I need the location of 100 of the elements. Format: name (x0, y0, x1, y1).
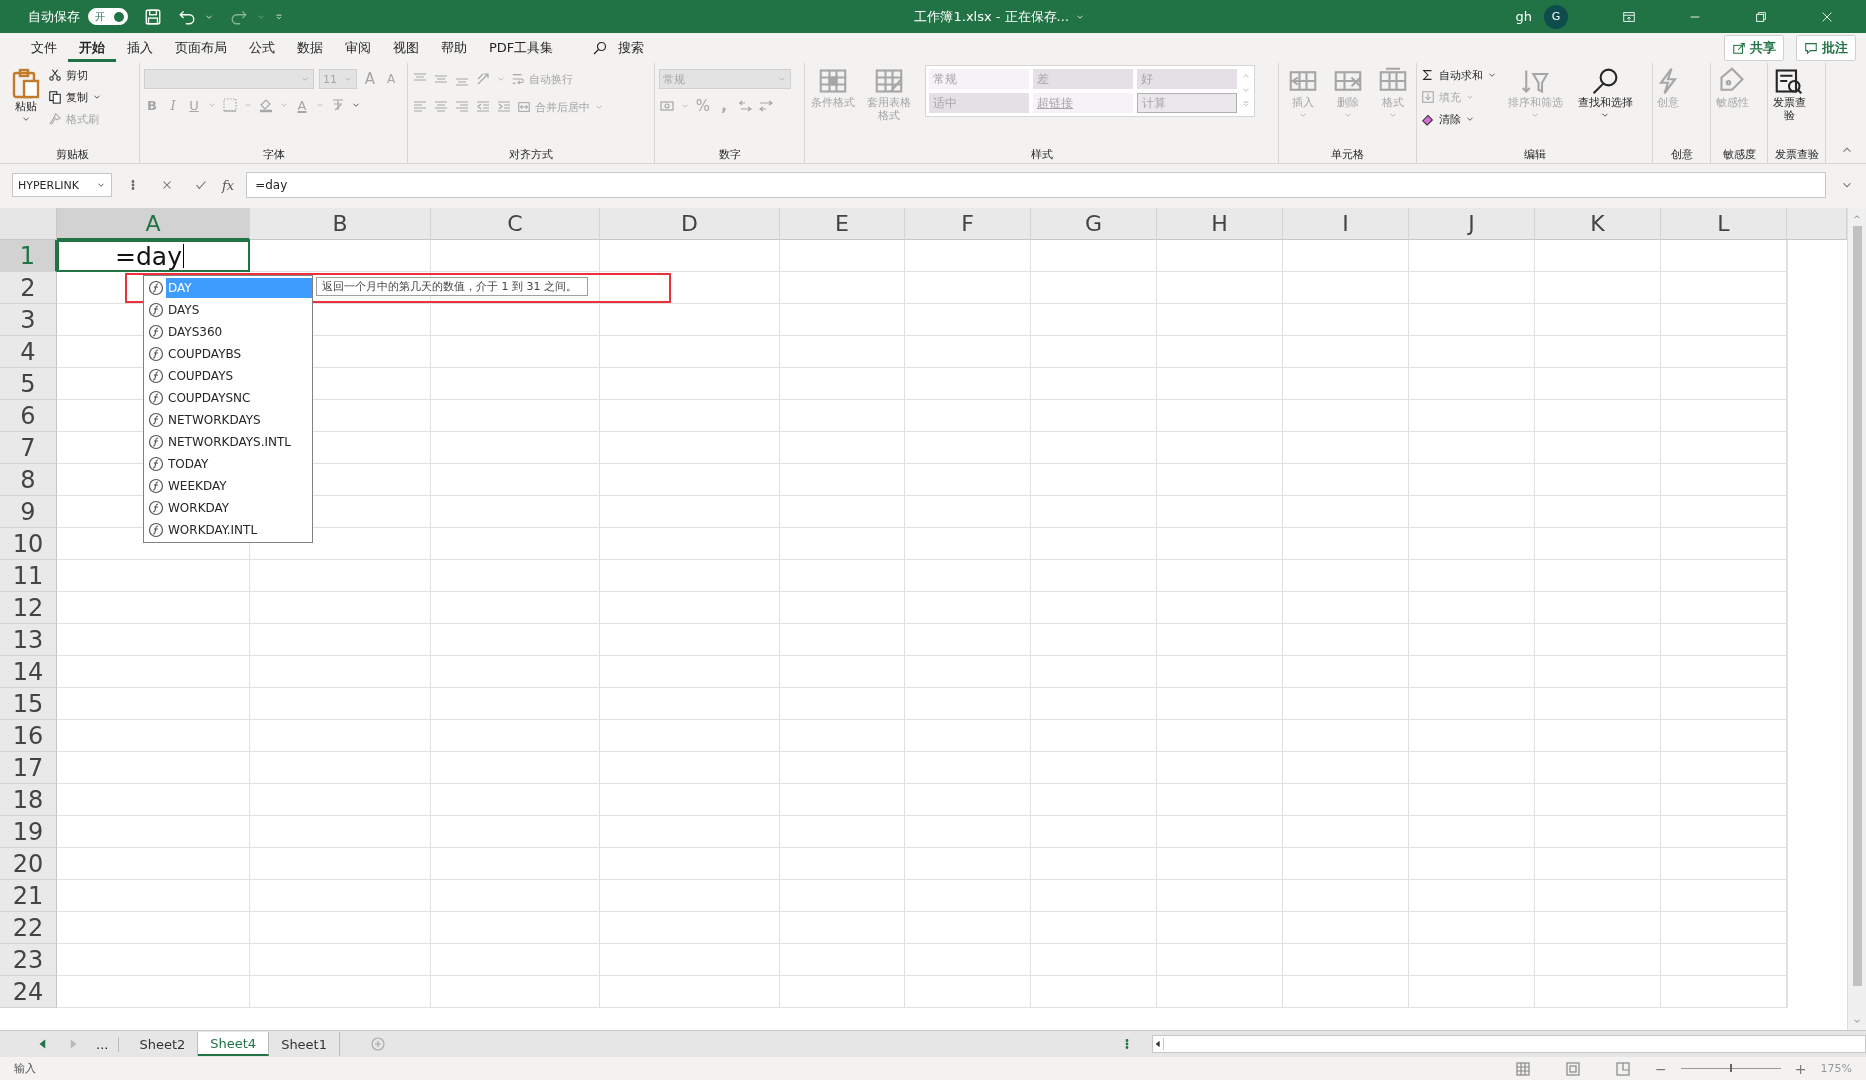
spreadsheet-cell[interactable] (1031, 720, 1157, 752)
spreadsheet-cell[interactable] (1031, 784, 1157, 816)
spreadsheet-cell[interactable] (250, 912, 431, 944)
spreadsheet-cell[interactable] (905, 944, 1031, 976)
spreadsheet-cell[interactable] (1283, 688, 1409, 720)
spreadsheet-cell[interactable] (1409, 496, 1535, 528)
spreadsheet-cell[interactable] (1157, 464, 1283, 496)
spreadsheet-cell[interactable] (780, 784, 905, 816)
row-header[interactable]: 6 (0, 400, 57, 432)
spreadsheet-cell[interactable] (1661, 592, 1787, 624)
spreadsheet-cell[interactable] (1661, 464, 1787, 496)
find-select-button[interactable]: 查找和选择 (1573, 65, 1637, 121)
spreadsheet-cell[interactable] (905, 656, 1031, 688)
clear-button[interactable]: 清除 (1421, 109, 1497, 129)
spreadsheet-cell[interactable] (1409, 592, 1535, 624)
row-header[interactable]: 16 (0, 720, 57, 752)
decrease-indent-icon[interactable] (475, 99, 491, 115)
spreadsheet-cell[interactable] (1409, 752, 1535, 784)
spreadsheet-cell[interactable] (250, 944, 431, 976)
spreadsheet-cell[interactable] (250, 976, 431, 1008)
spreadsheet-cell[interactable] (1535, 432, 1661, 464)
spreadsheet-cell[interactable] (431, 688, 600, 720)
row-header[interactable]: 21 (0, 880, 57, 912)
spreadsheet-cell[interactable] (431, 624, 600, 656)
spreadsheet-cell[interactable] (780, 560, 905, 592)
spreadsheet-cell[interactable] (431, 912, 600, 944)
column-header[interactable]: I (1283, 208, 1409, 240)
spreadsheet-cell[interactable] (1031, 528, 1157, 560)
spreadsheet-cell[interactable] (1031, 624, 1157, 656)
spreadsheet-cell[interactable] (1157, 624, 1283, 656)
ribbon-tab[interactable]: 文件 (20, 34, 68, 62)
spreadsheet-cell[interactable] (1661, 368, 1787, 400)
row-header[interactable]: 17 (0, 752, 57, 784)
spreadsheet-cell[interactable] (250, 816, 431, 848)
spreadsheet-cell[interactable] (1661, 432, 1787, 464)
spreadsheet-cell[interactable] (780, 240, 905, 272)
spreadsheet-cell[interactable] (905, 976, 1031, 1008)
orientation-icon[interactable] (475, 71, 491, 87)
column-header[interactable]: J (1409, 208, 1535, 240)
increase-decimal-icon[interactable] (737, 98, 753, 114)
spreadsheet-cell[interactable] (1157, 560, 1283, 592)
spreadsheet-cell[interactable] (780, 496, 905, 528)
spreadsheet-cell[interactable] (431, 720, 600, 752)
spreadsheet-cell[interactable] (57, 976, 250, 1008)
spreadsheet-cell[interactable] (1535, 656, 1661, 688)
spreadsheet-cell[interactable] (1409, 976, 1535, 1008)
ribbon-tab[interactable]: 帮助 (430, 34, 478, 62)
spreadsheet-cell[interactable] (250, 784, 431, 816)
spreadsheet-cell[interactable] (1409, 688, 1535, 720)
spreadsheet-cell[interactable] (57, 624, 250, 656)
spreadsheet-cell[interactable] (431, 880, 600, 912)
select-all-corner[interactable] (0, 208, 57, 240)
row-header[interactable]: 13 (0, 624, 57, 656)
spreadsheet-cell[interactable] (1535, 368, 1661, 400)
spreadsheet-cell[interactable] (600, 816, 780, 848)
spreadsheet-cell[interactable] (57, 880, 250, 912)
spreadsheet-cell[interactable] (1535, 560, 1661, 592)
ribbon-tab[interactable]: 页面布局 (164, 34, 238, 62)
function-suggestion[interactable]: WEEKDAY (144, 475, 312, 497)
spreadsheet-cell[interactable] (431, 752, 600, 784)
spreadsheet-cell[interactable] (1535, 848, 1661, 880)
spreadsheet-cell[interactable] (431, 304, 600, 336)
spreadsheet-cell[interactable] (600, 560, 780, 592)
spreadsheet-cell[interactable] (905, 624, 1031, 656)
ribbon-tab[interactable]: 公式 (238, 34, 286, 62)
spreadsheet-cell[interactable] (600, 400, 780, 432)
spreadsheet-cell[interactable] (1157, 432, 1283, 464)
row-header[interactable]: 24 (0, 976, 57, 1008)
column-header[interactable]: F (905, 208, 1031, 240)
spreadsheet-cell[interactable] (905, 912, 1031, 944)
spreadsheet-cell[interactable] (780, 912, 905, 944)
spreadsheet-cell[interactable] (905, 368, 1031, 400)
spreadsheet-cell[interactable] (1031, 656, 1157, 688)
spreadsheet-cell[interactable] (600, 784, 780, 816)
enter-icon[interactable] (194, 178, 208, 192)
spreadsheet-cell[interactable] (1661, 784, 1787, 816)
spreadsheet-cell[interactable] (431, 976, 600, 1008)
spreadsheet-cell[interactable] (431, 848, 600, 880)
spreadsheet-cell[interactable] (1283, 848, 1409, 880)
function-suggestion[interactable]: TODAY (144, 453, 312, 475)
spreadsheet-cell[interactable] (780, 592, 905, 624)
ribbon-tab[interactable]: PDF工具集 (478, 34, 565, 62)
spreadsheet-cell[interactable] (431, 592, 600, 624)
customize-icon[interactable] (274, 11, 284, 22)
spreadsheet-cell[interactable] (1661, 816, 1787, 848)
spreadsheet-cell[interactable] (780, 688, 905, 720)
spreadsheet-cell[interactable] (600, 656, 780, 688)
phonetic-icon[interactable] (330, 97, 346, 113)
spreadsheet-cell[interactable] (1283, 464, 1409, 496)
spreadsheet-cell[interactable] (1031, 400, 1157, 432)
spreadsheet-cell[interactable] (1157, 304, 1283, 336)
spreadsheet-cell[interactable] (1031, 944, 1157, 976)
spreadsheet-cell[interactable] (905, 528, 1031, 560)
increase-indent-icon[interactable] (496, 99, 512, 115)
ribbon-tab[interactable]: 审阅 (334, 34, 382, 62)
spreadsheet-cell[interactable] (1157, 752, 1283, 784)
row-header[interactable]: 2 (0, 272, 57, 304)
spreadsheet-cell[interactable] (905, 816, 1031, 848)
spreadsheet-cell[interactable] (1409, 400, 1535, 432)
column-header[interactable]: D (600, 208, 780, 240)
